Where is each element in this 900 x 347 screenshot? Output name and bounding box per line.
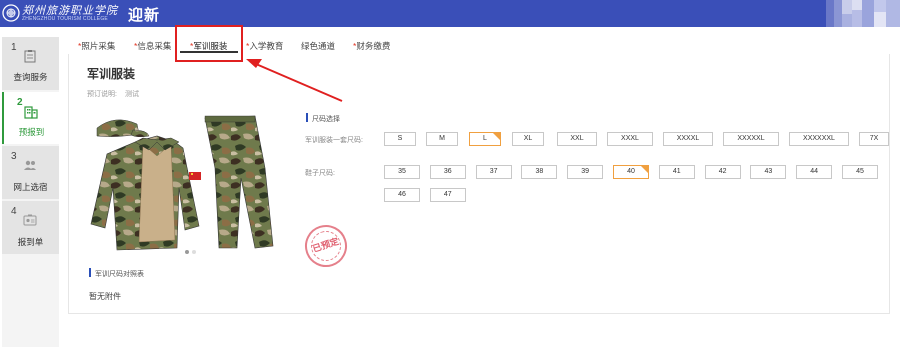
arrow-head-icon: [246, 59, 262, 68]
annotation-arrow: [246, 59, 343, 102]
